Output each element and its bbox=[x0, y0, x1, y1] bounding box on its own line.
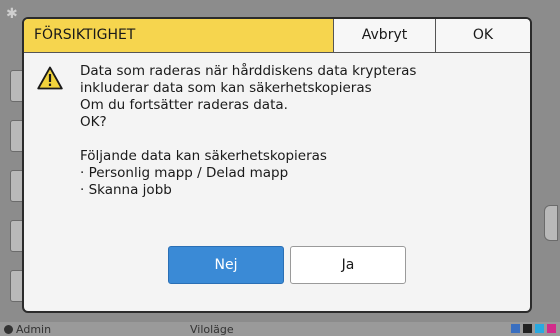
dialog-title: FÖRSIKTIGHET bbox=[24, 19, 334, 52]
status-user: Admin bbox=[4, 323, 51, 336]
message-line: OK? bbox=[80, 114, 107, 130]
backup-line: · Personlig mapp / Delad mapp bbox=[80, 165, 289, 181]
status-state: Viloläge bbox=[190, 323, 234, 336]
side-handle bbox=[544, 205, 558, 241]
ink-m-icon bbox=[547, 324, 556, 333]
ink-c-icon bbox=[535, 324, 544, 333]
message-line: inkluderar data som kan säkerhetskopiera… bbox=[80, 80, 372, 96]
gear-icon: ✱ bbox=[6, 6, 18, 22]
user-icon bbox=[4, 325, 13, 334]
ok-button[interactable]: OK bbox=[436, 19, 530, 52]
message-line: Om du fortsätter raderas data. bbox=[80, 97, 288, 113]
backup-line: · Skanna jobb bbox=[80, 182, 172, 198]
caution-dialog: FÖRSIKTIGHET Avbryt OK Data som raderas … bbox=[22, 17, 532, 313]
no-button[interactable]: Nej bbox=[168, 246, 284, 284]
status-user-label: Admin bbox=[16, 323, 52, 336]
message-spacer bbox=[80, 131, 520, 148]
cancel-button[interactable]: Avbryt bbox=[334, 19, 436, 52]
yes-button[interactable]: Ja bbox=[290, 246, 406, 284]
ink-icon bbox=[511, 324, 520, 333]
dialog-message: Data som raderas när hårddiskens data kr… bbox=[80, 63, 520, 199]
warning-icon bbox=[37, 66, 63, 90]
message-line: Data som raderas när hårddiskens data kr… bbox=[80, 63, 417, 79]
status-bar: Admin Viloläge bbox=[0, 322, 560, 336]
dialog-header: FÖRSIKTIGHET Avbryt OK bbox=[24, 19, 530, 53]
ink-k-icon bbox=[523, 324, 532, 333]
status-icons bbox=[511, 324, 556, 333]
backup-line: Följande data kan säkerhetskopieras bbox=[80, 148, 327, 164]
